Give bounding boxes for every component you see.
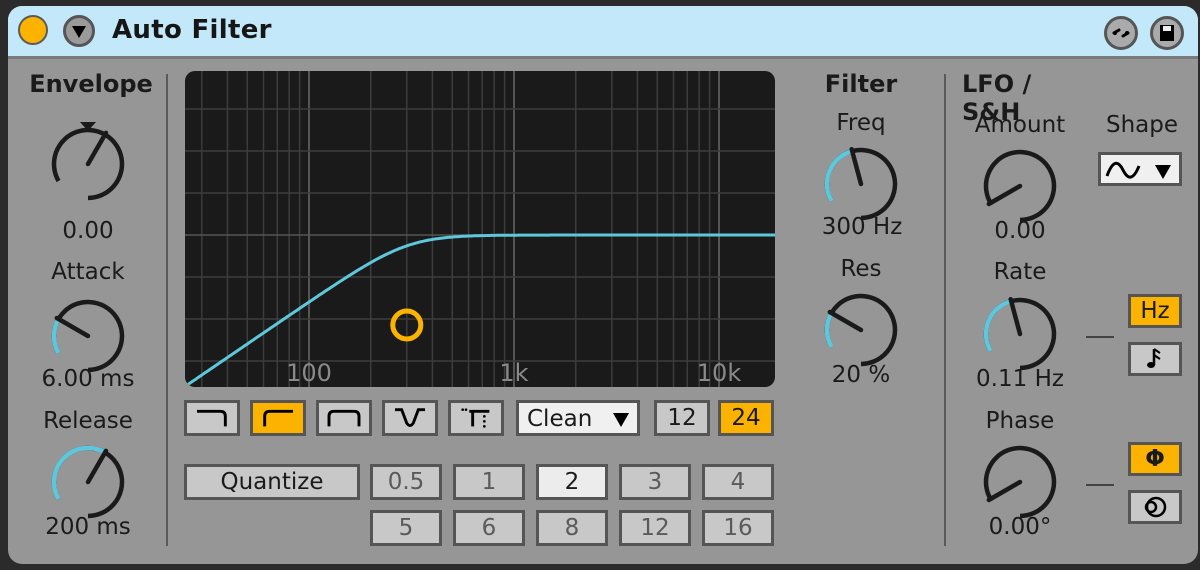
quantize-0.5-button[interactable]: 0.5	[370, 464, 442, 500]
knob-pointer	[986, 183, 1023, 207]
knob-pointer	[827, 309, 864, 333]
sync-note-icon	[1147, 348, 1161, 368]
filter-title: Filter	[824, 70, 898, 98]
quantize-5-button[interactable]: 5	[370, 510, 442, 546]
notch-icon	[395, 408, 425, 427]
knob-value-arc	[824, 311, 834, 349]
quantize-12-button[interactable]: 12	[619, 510, 691, 546]
knob-value-arc	[824, 148, 853, 203]
lfo-amount-knob[interactable]	[978, 144, 1062, 228]
lfo-rate-knob[interactable]	[978, 292, 1062, 376]
lfo-phase-value[interactable]: 0.00°	[958, 514, 1082, 540]
save-preset-icon[interactable]	[1150, 16, 1184, 50]
auto-filter-device: Auto Filter Envelope 0.00 Attack 6.00 ms…	[8, 6, 1198, 564]
highpass-filter-button[interactable]	[250, 400, 306, 436]
freq-axis-label: 100	[286, 359, 332, 387]
attack-label: Attack	[51, 259, 125, 285]
dropdown-arrow-icon	[613, 413, 629, 427]
envelope-amount-knob[interactable]	[46, 122, 130, 206]
quantize-button[interactable]: Quantize	[184, 464, 360, 500]
triangle-down-icon[interactable]	[63, 15, 95, 47]
device-title: Auto Filter	[112, 15, 272, 45]
release-value[interactable]: 200 ms	[18, 514, 158, 540]
quantize-16-button[interactable]: 16	[702, 510, 774, 546]
freq-axis-label: 10k	[697, 359, 742, 387]
phase-icon[interactable]: Φ	[1128, 442, 1182, 476]
knob-pointer	[986, 479, 1023, 503]
lfo-phase-knob[interactable]	[978, 440, 1062, 524]
knob-pointer	[54, 315, 91, 339]
quantize-1-button[interactable]: 1	[453, 464, 525, 500]
notch-filter-button[interactable]	[382, 400, 438, 436]
sine-wave-icon	[1105, 161, 1141, 179]
envelope-amount-value[interactable]: 0.00	[28, 218, 148, 244]
slope-24-button[interactable]: 24	[718, 400, 774, 436]
envelope-title: Envelope	[29, 70, 153, 98]
highpass-icon	[263, 409, 293, 427]
device-title-bar[interactable]: Auto Filter	[8, 6, 1198, 59]
lowpass-filter-button[interactable]	[184, 400, 240, 436]
lfo-amount-label: Amount	[974, 112, 1066, 138]
rate-mode-connector	[1086, 336, 1114, 338]
release-knob[interactable]	[46, 440, 130, 524]
release-label: Release	[43, 408, 133, 434]
knob-value-arc	[51, 445, 107, 501]
phase-mode-connector	[1086, 484, 1114, 486]
quantize-8-button[interactable]: 8	[536, 510, 608, 546]
filter-res-knob[interactable]	[819, 288, 903, 372]
quantize-2-button[interactable]: 2	[536, 464, 608, 500]
morph-icon	[461, 408, 490, 428]
device-power-icon[interactable]	[18, 15, 48, 45]
circuit-type-value: Clean	[527, 406, 593, 432]
knob-pointer	[85, 130, 109, 167]
knob-value-arc	[51, 317, 61, 355]
rate-label: Rate	[993, 259, 1047, 285]
lowpass-icon	[197, 409, 227, 427]
rate-sync-button[interactable]	[1128, 342, 1182, 376]
section-divider	[166, 74, 168, 546]
knob-pointer	[849, 146, 864, 187]
spin-icon	[1144, 496, 1167, 518]
quantize-3-button[interactable]: 3	[619, 464, 691, 500]
morph-filter-button[interactable]	[448, 400, 504, 436]
circuit-type-dropdown[interactable]: Clean	[516, 400, 640, 436]
lfo-amount-value[interactable]: 0.00	[958, 218, 1082, 244]
knob-pointer	[85, 448, 109, 485]
attack-value[interactable]: 6.00 ms	[18, 366, 158, 392]
slope-12-button[interactable]: 12	[654, 400, 710, 436]
freq-axis-label: 1k	[499, 359, 528, 387]
res-label: Res	[840, 256, 882, 282]
phase-label: Phase	[985, 408, 1055, 434]
bandpass-icon	[327, 409, 361, 427]
knob-pointer	[1008, 296, 1023, 337]
knob-value-arc	[983, 298, 1012, 353]
section-divider	[944, 74, 946, 546]
filter-response-display[interactable]: 100 1k 10k	[185, 71, 775, 387]
freq-label: Freq	[836, 110, 886, 136]
rate-hz-button[interactable]: Hz	[1128, 294, 1182, 328]
filter-freq-value[interactable]: 300 Hz	[790, 214, 934, 240]
quantize-6-button[interactable]: 6	[453, 510, 525, 546]
bandpass-filter-button[interactable]	[316, 400, 372, 436]
shape-label: Shape	[1105, 112, 1179, 138]
filter-res-value[interactable]: 20 %	[798, 362, 924, 388]
lfo-rate-value[interactable]: 0.11 Hz	[948, 366, 1092, 392]
lfo-shape-dropdown[interactable]	[1098, 152, 1182, 186]
dropdown-arrow-icon	[1155, 165, 1171, 179]
spin-button[interactable]	[1128, 490, 1182, 524]
hot-swap-icon[interactable]	[1104, 16, 1138, 50]
quantize-4-button[interactable]: 4	[702, 464, 774, 500]
